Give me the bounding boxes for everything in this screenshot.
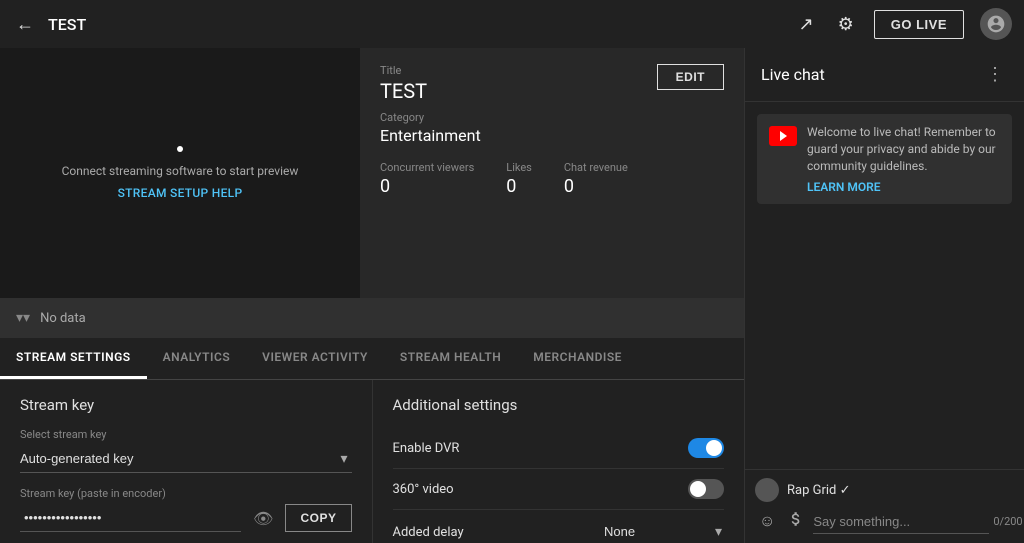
concurrent-value: 0 bbox=[380, 176, 474, 197]
video-preview: Connect streaming software to start prev… bbox=[0, 48, 360, 298]
tab-analytics[interactable]: ANALYTICS bbox=[147, 338, 247, 379]
chat-actions-row: ☺ 0/200 bbox=[755, 508, 1014, 535]
title-row: Title TEST EDIT bbox=[380, 64, 724, 103]
chat-username: Rap Grid ✓ bbox=[787, 483, 1014, 498]
tab-stream-settings[interactable]: STREAM SETTINGS bbox=[0, 338, 147, 379]
dvr-label: Enable DVR bbox=[393, 441, 460, 456]
no-data-bar: ▾▾ No data bbox=[0, 298, 744, 338]
notice-text: Welcome to live chat! Remember to guard … bbox=[807, 125, 996, 173]
likes-stat: Likes 0 bbox=[506, 161, 532, 197]
spinner bbox=[177, 146, 183, 152]
stream-title: TEST bbox=[380, 79, 427, 103]
notice-content: Welcome to live chat! Remember to guard … bbox=[807, 124, 1000, 194]
settings-button[interactable]: ⚙ bbox=[834, 10, 858, 39]
tabs-bar: STREAM SETTINGS ANALYTICS VIEWER ACTIVIT… bbox=[0, 338, 744, 380]
learn-more-link[interactable]: LEARN MORE bbox=[807, 180, 1000, 194]
preview-text: Connect streaming software to start prev… bbox=[62, 164, 299, 178]
stream-key-select[interactable]: Auto-generated key bbox=[20, 445, 352, 473]
additional-settings-title: Additional settings bbox=[393, 396, 725, 414]
chat-avatar bbox=[755, 478, 779, 502]
delay-setting-row: Added delay None Normal (5s) Low (30s) ▾ bbox=[393, 510, 725, 543]
super-chat-button[interactable] bbox=[783, 508, 809, 535]
delay-select[interactable]: None Normal (5s) Low (30s) bbox=[604, 520, 724, 543]
stream-key-paste-group: Stream key (paste in encoder) 👁 COPY bbox=[20, 487, 352, 532]
likes-label: Likes bbox=[506, 161, 532, 174]
stream-info: Title TEST EDIT Category Entertainment C… bbox=[360, 48, 744, 298]
concurrent-label: Concurrent viewers bbox=[380, 161, 474, 174]
no-data-text: No data bbox=[40, 311, 86, 326]
edit-button[interactable]: EDIT bbox=[657, 64, 724, 90]
emoji-button[interactable]: ☺ bbox=[755, 511, 779, 533]
stream-key-input[interactable] bbox=[20, 504, 241, 532]
stream-key-input-row: 👁 COPY bbox=[20, 504, 352, 532]
video360-setting-row: 360° video bbox=[393, 469, 725, 510]
tab-content: Stream key Select stream key Auto-genera… bbox=[0, 380, 744, 543]
select-stream-key-label: Select stream key bbox=[20, 428, 352, 441]
share-button[interactable]: ↗ bbox=[795, 10, 818, 39]
top-bar-left: ← TEST bbox=[12, 10, 783, 39]
tab-stream-health[interactable]: STREAM HEALTH bbox=[384, 338, 517, 379]
category-label: Category bbox=[380, 111, 724, 124]
page-title: TEST bbox=[48, 15, 86, 34]
delay-label: Added delay bbox=[393, 525, 464, 540]
tab-viewer-activity[interactable]: VIEWER ACTIVITY bbox=[246, 338, 384, 379]
char-count: 0/200 bbox=[993, 515, 1022, 528]
stream-setup-link[interactable]: STREAM SETUP HELP bbox=[118, 186, 243, 200]
dvr-toggle[interactable] bbox=[688, 438, 724, 458]
top-bar-right: ↗ ⚙ GO LIVE bbox=[795, 8, 1012, 40]
chat-more-button[interactable]: ⋮ bbox=[982, 60, 1008, 89]
stream-key-copy-button[interactable]: COPY bbox=[285, 504, 351, 532]
tab-merchandise[interactable]: MERCHANDISE bbox=[517, 338, 638, 379]
video360-label: 360° video bbox=[393, 482, 454, 497]
chat-notice: Welcome to live chat! Remember to guard … bbox=[757, 114, 1012, 204]
content-row: Connect streaming software to start prev… bbox=[0, 48, 744, 298]
title-label: Title bbox=[380, 64, 427, 77]
toggle-knob bbox=[706, 440, 722, 456]
select-wrapper: Auto-generated key ▾ bbox=[20, 445, 352, 473]
category-value: Entertainment bbox=[380, 126, 724, 145]
top-bar: ← TEST ↗ ⚙ GO LIVE bbox=[0, 0, 1024, 48]
likes-value: 0 bbox=[506, 176, 532, 197]
video360-toggle[interactable] bbox=[688, 479, 724, 499]
category-section: Category Entertainment bbox=[380, 111, 724, 145]
dvr-setting-row: Enable DVR bbox=[393, 428, 725, 469]
chat-revenue-value: 0 bbox=[564, 176, 628, 197]
stats-row: Concurrent viewers 0 Likes 0 Chat revenu… bbox=[380, 161, 724, 197]
go-live-button[interactable]: GO LIVE bbox=[874, 10, 964, 39]
chat-input-area: Rap Grid ✓ ☺ 0/200 bbox=[745, 469, 1024, 543]
wifi-icon: ▾▾ bbox=[16, 310, 30, 326]
chat-revenue-stat: Chat revenue 0 bbox=[564, 161, 628, 197]
additional-settings-section: Additional settings Enable DVR 360° vide… bbox=[373, 380, 745, 543]
main-layout: Connect streaming software to start prev… bbox=[0, 48, 1024, 543]
chat-body: Welcome to live chat! Remember to guard … bbox=[745, 102, 1024, 469]
chat-header: Live chat ⋮ bbox=[745, 48, 1024, 102]
toggle-knob-360 bbox=[690, 481, 706, 497]
right-panel: Live chat ⋮ Welcome to live chat! Rememb… bbox=[744, 48, 1024, 543]
stream-key-section: Stream key Select stream key Auto-genera… bbox=[0, 380, 373, 543]
chat-user-row: Rap Grid ✓ bbox=[755, 478, 1014, 502]
delay-select-wrapper: None Normal (5s) Low (30s) ▾ bbox=[604, 520, 724, 543]
avatar[interactable] bbox=[980, 8, 1012, 40]
stream-key-title: Stream key bbox=[20, 396, 352, 414]
title-section: Title TEST bbox=[380, 64, 427, 103]
stream-key-paste-label: Stream key (paste in encoder) bbox=[20, 487, 352, 500]
youtube-logo bbox=[769, 126, 797, 146]
select-stream-key-group: Select stream key Auto-generated key ▾ bbox=[20, 428, 352, 473]
chat-input[interactable] bbox=[813, 510, 989, 534]
back-button[interactable]: ← bbox=[12, 10, 38, 39]
chat-title: Live chat bbox=[761, 65, 825, 84]
left-panel: Connect streaming software to start prev… bbox=[0, 48, 744, 543]
concurrent-stat: Concurrent viewers 0 bbox=[380, 161, 474, 197]
chat-revenue-label: Chat revenue bbox=[564, 161, 628, 174]
visibility-icon[interactable]: 👁 bbox=[249, 509, 277, 528]
